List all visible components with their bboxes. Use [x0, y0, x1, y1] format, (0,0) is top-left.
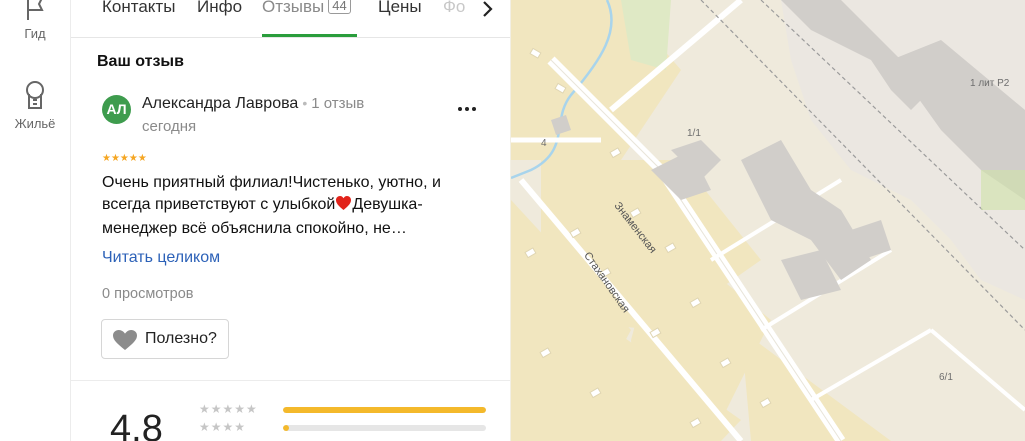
building-icon: [26, 81, 44, 109]
rail-item-housing[interactable]: Жильё: [0, 80, 70, 131]
author-review-count[interactable]: 1 отзыв: [311, 95, 364, 112]
rating-row-stars: ★★★★: [199, 420, 247, 434]
tab-prices[interactable]: Цены: [378, 0, 422, 35]
rating-row-stars: ★★★★★: [199, 402, 258, 416]
helpful-label: Полезно?: [145, 330, 217, 347]
rail-item-label: Гид: [24, 26, 46, 41]
overall-rating: 4.8: [110, 408, 163, 441]
your-review-heading: Ваш отзыв: [97, 53, 184, 70]
tabs-scroll-right-button[interactable]: [475, 0, 499, 20]
review-text: Очень приятный филиал!Чистенько, уютно, …: [102, 174, 441, 237]
side-rail: Гид Жильё: [0, 0, 71, 441]
heart-emoji-icon: [335, 195, 352, 218]
tab-bar: Контакты Инфо Отзывы 44 Цены Фо: [71, 0, 510, 38]
tab-photos[interactable]: Фо: [443, 0, 465, 35]
map-view[interactable]: Знаменская Стахановская 1 лит Р2 1/1 4 6…: [511, 0, 1025, 441]
rating-bar-track: [283, 425, 486, 431]
review-menu-button[interactable]: [456, 101, 478, 117]
review-date: сегодня: [142, 118, 197, 135]
chevron-right-icon: [475, 0, 499, 20]
rail-item-label: Жильё: [14, 116, 56, 131]
separator-dot: •: [302, 95, 308, 111]
active-tab-indicator: [262, 34, 357, 37]
tab-contacts[interactable]: Контакты: [102, 0, 175, 35]
rail-item-guide[interactable]: Гид: [0, 0, 70, 41]
building-number-label: 1 лит Р2: [970, 78, 1010, 89]
place-card-panel: Контакты Инфо Отзывы 44 Цены Фо Ваш отзыв…: [71, 0, 510, 441]
tab-reviews[interactable]: Отзывы 44: [262, 0, 351, 35]
avatar[interactable]: АЛ: [102, 95, 131, 124]
section-divider: [71, 380, 510, 381]
rating-bar-track: [283, 407, 486, 413]
rating-bar-fill: [283, 425, 290, 431]
tab-info[interactable]: Инфо: [197, 0, 242, 35]
views-count: 0 просмотров: [102, 286, 194, 302]
reviews-count-badge: 44: [328, 0, 351, 14]
review-author-name[interactable]: Александра Лаврова: [142, 95, 298, 112]
more-dots-icon: [458, 107, 476, 111]
helpful-button[interactable]: Полезно?: [101, 319, 229, 359]
review-author-line: Александра Лаврова • 1 отзыв: [142, 95, 364, 113]
building-number-label: 4: [541, 138, 547, 149]
building-number-label: 6/1: [939, 372, 953, 383]
building-number-label: 1/1: [687, 128, 701, 139]
read-full-review-link[interactable]: Читать целиком: [102, 249, 220, 267]
rating-bar-fill: [283, 407, 486, 413]
flag-icon: [27, 0, 44, 20]
review-rating-stars: ★★★★★: [102, 153, 147, 164]
heart-icon: [113, 330, 137, 350]
